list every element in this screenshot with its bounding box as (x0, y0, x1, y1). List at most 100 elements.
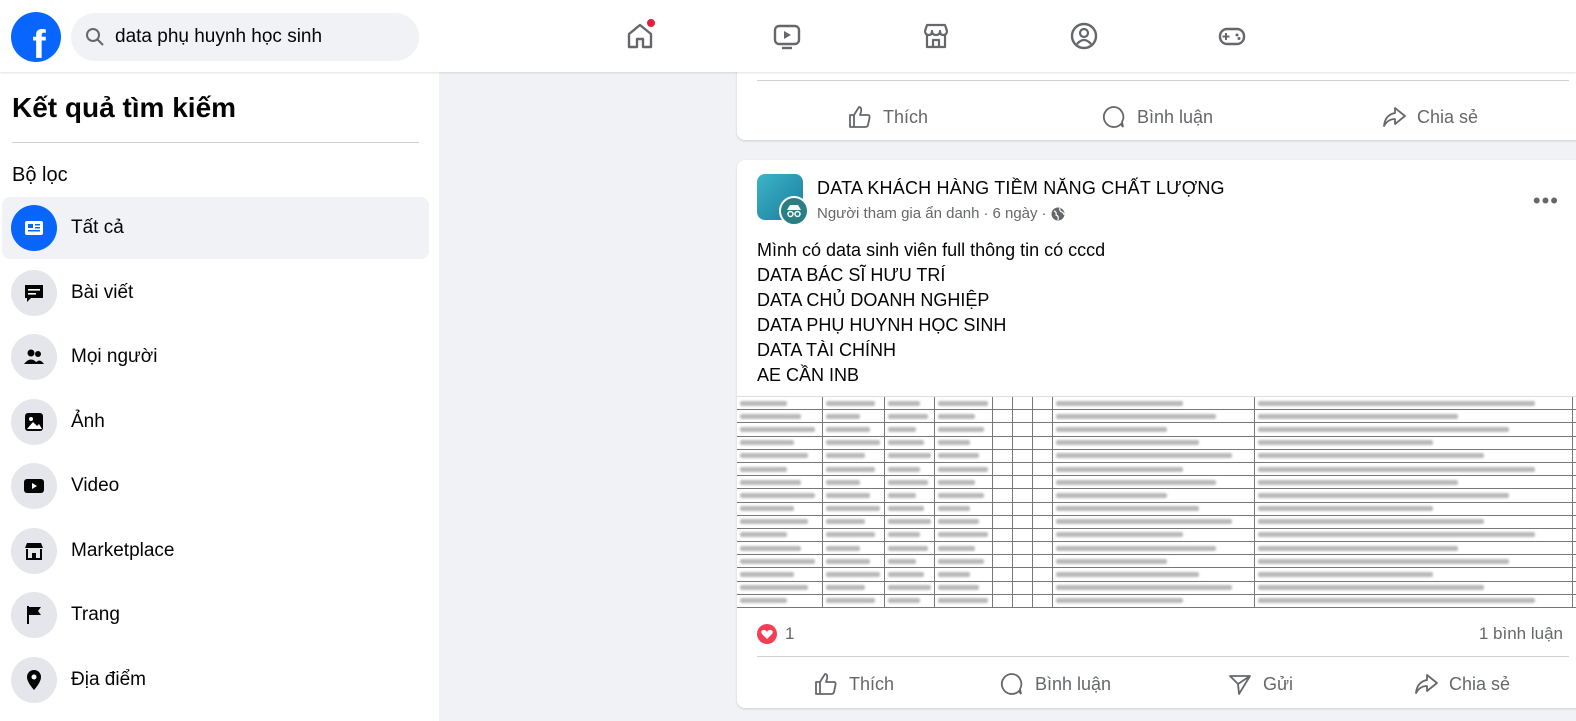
people-icon (11, 334, 57, 380)
redacted-cell (1013, 397, 1033, 410)
redacted-cell (1013, 542, 1033, 555)
redacted-cell (885, 502, 935, 515)
comment-button[interactable]: Bình luận (1101, 104, 1213, 130)
nav-marketplace[interactable] (918, 18, 954, 54)
sheet-row (737, 502, 1576, 516)
redacted-cell (1053, 594, 1255, 607)
redacted-cell (993, 462, 1013, 476)
redacted-cell (885, 489, 935, 502)
redacted-cell (823, 410, 885, 423)
redacted-cell (1033, 449, 1053, 462)
sidebar-item-trang[interactable]: Trang (2, 584, 429, 646)
redacted-cell (993, 489, 1013, 502)
sidebar-item-marketplace[interactable]: Marketplace (2, 520, 429, 582)
like-button[interactable]: Thích (847, 104, 928, 130)
filter-heading: Bộ lọc (12, 164, 68, 186)
nav-home[interactable] (622, 18, 658, 54)
sidebar-item-địa-điểm[interactable]: Địa điểm (2, 649, 429, 711)
sheet-row (737, 449, 1576, 463)
redacted-cell (1013, 489, 1033, 502)
redacted-cell (1053, 397, 1255, 410)
share-button[interactable]: Chia sẻ (1381, 104, 1478, 130)
sidebar-item-ảnh[interactable]: Ảnh (2, 391, 429, 453)
nav-video[interactable] (769, 18, 805, 54)
divider (757, 80, 1569, 81)
comment-count[interactable]: 1 bình luận (1479, 624, 1563, 644)
nav-groups[interactable] (1066, 18, 1102, 54)
redacted-cell (823, 555, 885, 568)
redacted-cell (823, 542, 885, 555)
redacted-cell (737, 449, 823, 462)
redacted-cell (993, 476, 1013, 489)
more-options-button[interactable]: ••• (1533, 188, 1559, 214)
redacted-cell (1013, 594, 1033, 607)
redacted-cell (737, 594, 823, 607)
redacted-cell (823, 397, 885, 410)
sheet-row (737, 476, 1576, 490)
redacted-cell (885, 594, 935, 607)
redacted-cell (935, 502, 993, 515)
reactions[interactable]: 1 (757, 624, 794, 644)
redacted-cell (1053, 423, 1255, 436)
share-icon (1383, 107, 1406, 127)
redacted-cell (737, 410, 823, 423)
group-name[interactable]: DATA KHÁCH HÀNG TIỀM NĂNG CHẤT LƯỢNG (817, 178, 1225, 199)
sheet-row (737, 581, 1576, 595)
post-image-redacted-spreadsheet[interactable] (737, 396, 1576, 608)
redacted-cell (1255, 568, 1573, 581)
group-avatar[interactable] (757, 174, 809, 226)
redacted-cell (935, 476, 993, 489)
sheet-row (737, 489, 1576, 503)
post-time[interactable]: 6 ngày (992, 205, 1037, 222)
redacted-cell (1053, 515, 1255, 528)
redacted-cell (1013, 462, 1033, 476)
redacted-cell (1255, 528, 1573, 542)
sidebar-item-video[interactable]: Video (2, 455, 429, 517)
redacted-cell (993, 423, 1013, 436)
sheet-row (737, 542, 1576, 556)
redacted-cell (1255, 449, 1573, 462)
redacted-cell (993, 542, 1013, 555)
marketplace-icon (923, 23, 949, 49)
redacted-cell (737, 476, 823, 489)
redacted-cell (885, 515, 935, 528)
redacted-cell (993, 555, 1013, 568)
sheet-row (737, 397, 1576, 411)
redacted-cell (1255, 462, 1573, 476)
send-button[interactable]: Gửi (1227, 671, 1293, 697)
redacted-cell (885, 436, 935, 449)
redacted-cell (1053, 436, 1255, 449)
redacted-cell (1013, 528, 1033, 542)
heart-reaction-icon (757, 624, 777, 644)
redacted-cell (1255, 581, 1573, 594)
redacted-cell (737, 515, 823, 528)
search-input[interactable]: data phụ huynh học sinh (71, 13, 419, 61)
redacted-cell (885, 555, 935, 568)
sidebar-item-mọi-người[interactable]: Mọi người (2, 326, 429, 388)
redacted-cell (935, 594, 993, 607)
redacted-cell (885, 581, 935, 594)
sidebar-item-label: Bài viết (71, 281, 134, 303)
redacted-cell (737, 581, 823, 594)
redacted-cell (993, 397, 1013, 410)
facebook-logo[interactable]: f (11, 12, 61, 62)
redacted-cell (1013, 502, 1033, 515)
sidebar-item-label: Video (71, 475, 120, 496)
share-button[interactable]: Chia sẻ (1413, 671, 1510, 697)
divider (757, 656, 1569, 657)
redacted-cell (1013, 449, 1033, 462)
comment-button[interactable]: Bình luận (999, 671, 1111, 697)
sheet-row (737, 555, 1576, 569)
redacted-cell (823, 423, 885, 436)
redacted-cell (1033, 528, 1053, 542)
like-button[interactable]: Thích (813, 671, 894, 697)
gaming-icon (1218, 27, 1246, 46)
post-body: Mình có data sinh viên full thông tin có… (757, 240, 1106, 385)
redacted-cell (1013, 410, 1033, 423)
sidebar-item-tất-cả[interactable]: Tất cả (2, 197, 429, 259)
sidebar-item-bài-viết[interactable]: Bài viết (2, 262, 429, 324)
redacted-cell (1053, 555, 1255, 568)
nav-gaming[interactable] (1214, 18, 1250, 54)
redacted-cell (823, 568, 885, 581)
sheet-row (737, 594, 1576, 608)
